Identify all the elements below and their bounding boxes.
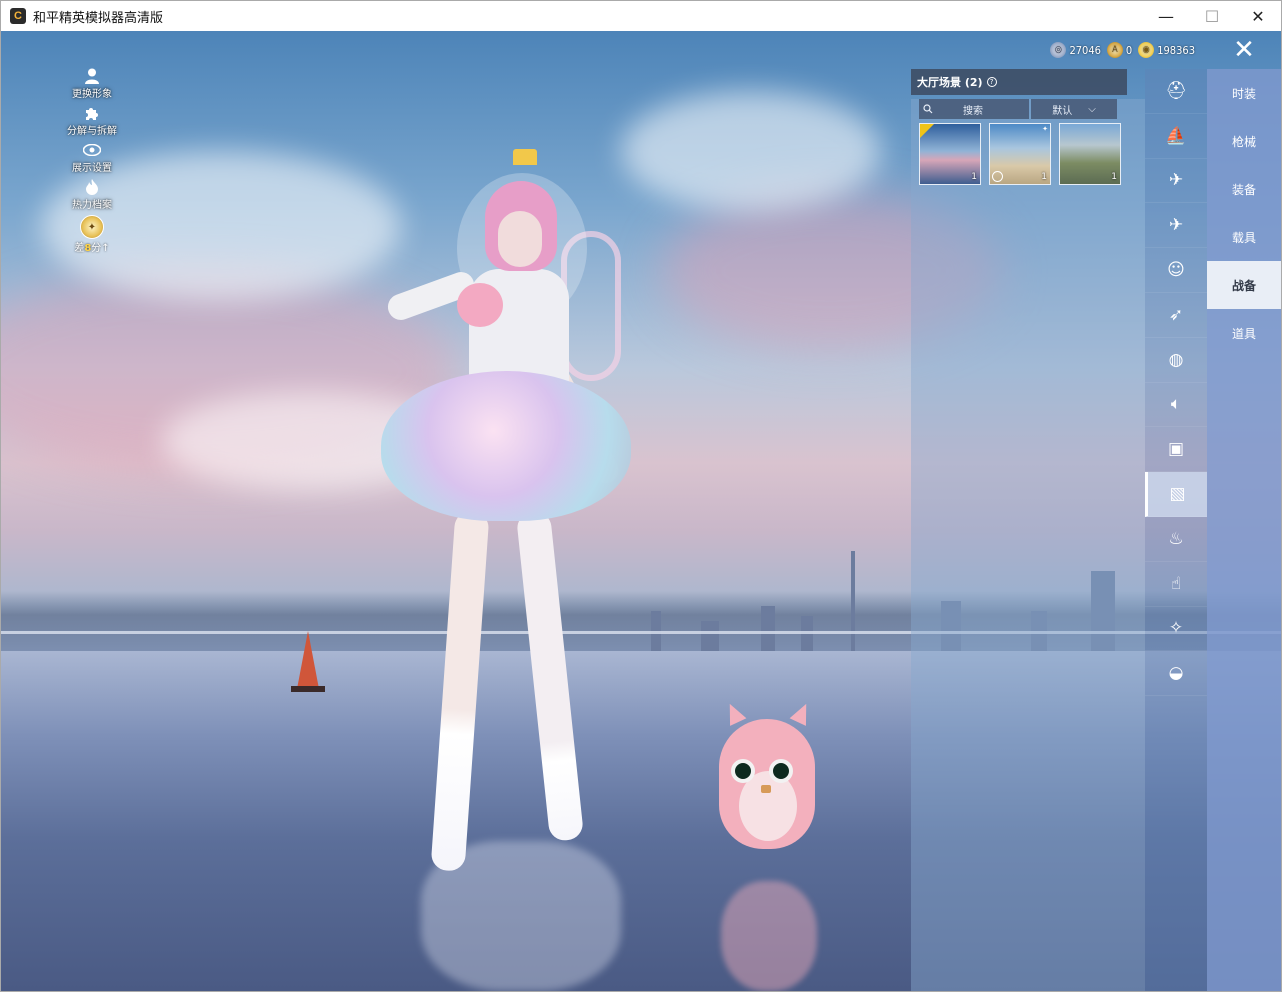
display-settings-button[interactable]: 展示设置 — [61, 141, 123, 178]
left-menu: 更换形象 分解与拆解 展示设置 热力档案 ✦ 差8分↑ — [61, 67, 123, 255]
score-suffix: 分 — [91, 243, 102, 254]
change-appearance-button[interactable]: 更换形象 — [61, 67, 123, 104]
building — [761, 606, 775, 651]
app-icon: C — [10, 8, 26, 24]
search-label: 搜索 — [963, 105, 983, 117]
glider-icon[interactable]: ➶ — [1145, 293, 1207, 338]
rank-badge-icon: ✦ — [80, 215, 104, 239]
currency-silver: ◎ 27046 — [1050, 42, 1101, 58]
picture-icon[interactable]: ▧ — [1145, 472, 1207, 517]
menu-label: 展示设置 — [72, 163, 112, 174]
menu-label: 更换形象 — [72, 89, 112, 100]
currency-medal: A 0 — [1106, 42, 1133, 58]
character-face — [498, 211, 542, 267]
window-title: 和平精英模拟器高清版 — [33, 9, 164, 25]
pet-eye — [769, 759, 793, 783]
puzzle-icon — [83, 104, 101, 122]
tab-vehicles[interactable]: 载具 — [1207, 213, 1281, 261]
gold-medal-icon: A — [1106, 42, 1123, 58]
menu-label: 分解与拆解 — [67, 126, 117, 137]
chat-icon[interactable]: ▣ — [1145, 427, 1207, 473]
silver-coin-icon: ◎ — [1050, 42, 1067, 58]
thumb-count: 1 — [1111, 172, 1117, 182]
currency-value: 0 — [1125, 43, 1133, 57]
chevron-down-icon: ⌵ — [1088, 103, 1096, 115]
scene-panel-header: 大厅场景 (2) ? — [911, 69, 1127, 95]
heat-archive-button[interactable]: 热力档案 — [61, 178, 123, 215]
decompose-button[interactable]: 分解与拆解 — [61, 104, 123, 141]
arrow-up-icon: ↑ — [101, 243, 110, 254]
tab-fashion[interactable]: 时装 — [1207, 69, 1281, 117]
boat-icon[interactable]: ⛵ — [1145, 114, 1207, 159]
menu-label: 热力档案 — [72, 200, 112, 211]
clock-icon — [992, 171, 1003, 182]
pet-beak — [761, 785, 771, 793]
search-icon — [923, 104, 933, 114]
character-crown — [513, 149, 537, 165]
character-skirt — [381, 371, 631, 521]
backpack-icon[interactable]: ◍ — [1145, 338, 1207, 383]
building — [701, 621, 719, 651]
cloud — [621, 91, 881, 211]
thumb-count: 1 — [971, 172, 977, 182]
close-panel-button[interactable]: ✕ — [1207, 31, 1281, 69]
search-input[interactable]: 搜索 — [919, 99, 1029, 119]
emoji-icon[interactable]: ☺ — [1145, 248, 1207, 293]
app-window: C 和平精英模拟器高清版 — ☐ ✕ 更换形象 分解与拆解 展示设置 热力档案 … — [0, 0, 1282, 992]
eye-icon — [83, 141, 101, 159]
tab-battle-prep[interactable]: 战备 — [1207, 261, 1281, 309]
flame-icon — [83, 178, 101, 196]
score-prefix: 差 — [74, 243, 85, 254]
item-panel — [911, 99, 1145, 991]
drone-icon[interactable]: ✈ — [1145, 159, 1207, 204]
character-plush — [457, 283, 503, 327]
maximize-button[interactable]: ☐ — [1189, 1, 1235, 31]
tab-items[interactable]: 道具 — [1207, 309, 1281, 357]
scene-panel-title: 大厅场景 (2) — [917, 76, 983, 89]
currency-bar: ◎ 27046 A 0 ◉ 198363 — [1050, 39, 1195, 61]
game-viewport: 更换形象 分解与拆解 展示设置 热力档案 ✦ 差8分↑ ◎ 27046 A 0 … — [1, 31, 1281, 991]
window-close-button[interactable]: ✕ — [1235, 1, 1281, 31]
thumb-count: 1 — [1041, 172, 1047, 182]
score-text: 差8分↑ — [74, 239, 109, 254]
category-tabs: 时装 枪械 装备 载具 战备 道具 — [1207, 69, 1281, 991]
help-icon[interactable]: ? — [986, 77, 997, 87]
hand-icon[interactable]: ☝ — [1145, 562, 1207, 607]
currency-coin: ◉ 198363 — [1138, 42, 1195, 58]
title-bar: C 和平精英模拟器高清版 — ☐ ✕ — [1, 1, 1281, 31]
scene-thumb[interactable]: 1 — [919, 123, 981, 185]
traffic-cone-base — [291, 686, 325, 692]
selected-check-icon — [920, 124, 934, 138]
speaker-icon[interactable]: 🔈︎ — [1145, 383, 1207, 428]
category-icon-column: ⛑ ⛵ ✈ ✈ ☺ ➶ ◍ 🔈︎ ▣ ▧ ♨ ☝ ✧ ◒ — [1145, 69, 1207, 991]
tower — [851, 551, 855, 651]
tab-equipment[interactable]: 装备 — [1207, 165, 1281, 213]
sort-dropdown[interactable]: 默认 ⌵ — [1031, 99, 1117, 119]
pet-eye — [731, 759, 755, 783]
score-badge-button[interactable]: ✦ 差8分↑ — [61, 215, 123, 255]
helmet-icon[interactable]: ⛑ — [1145, 69, 1207, 114]
currency-value: 198363 — [1157, 43, 1195, 57]
new-tag-icon: ✦ — [1042, 125, 1048, 133]
scene-thumbnails: 1 ✦ 1 1 — [919, 123, 1121, 185]
tab-guns[interactable]: 枪械 — [1207, 117, 1281, 165]
person-icon — [83, 67, 101, 85]
minimize-button[interactable]: — — [1143, 1, 1189, 31]
wand-icon[interactable]: ✧ — [1145, 607, 1207, 652]
ufo-icon[interactable]: ◒ — [1145, 651, 1207, 697]
sort-label: 默认 — [1052, 105, 1073, 117]
scene-thumb[interactable]: 1 — [1059, 123, 1121, 185]
search-row: 搜索 默认 ⌵ — [919, 99, 1117, 119]
scene-thumb[interactable]: ✦ 1 — [989, 123, 1051, 185]
traffic-cone — [297, 631, 319, 689]
pet-reflection — [721, 881, 817, 991]
coin-icon: ◉ — [1138, 42, 1155, 58]
plane-icon[interactable]: ✈ — [1145, 203, 1207, 249]
currency-value: 27046 — [1069, 43, 1101, 57]
extinguisher-icon[interactable]: ♨ — [1145, 517, 1207, 562]
